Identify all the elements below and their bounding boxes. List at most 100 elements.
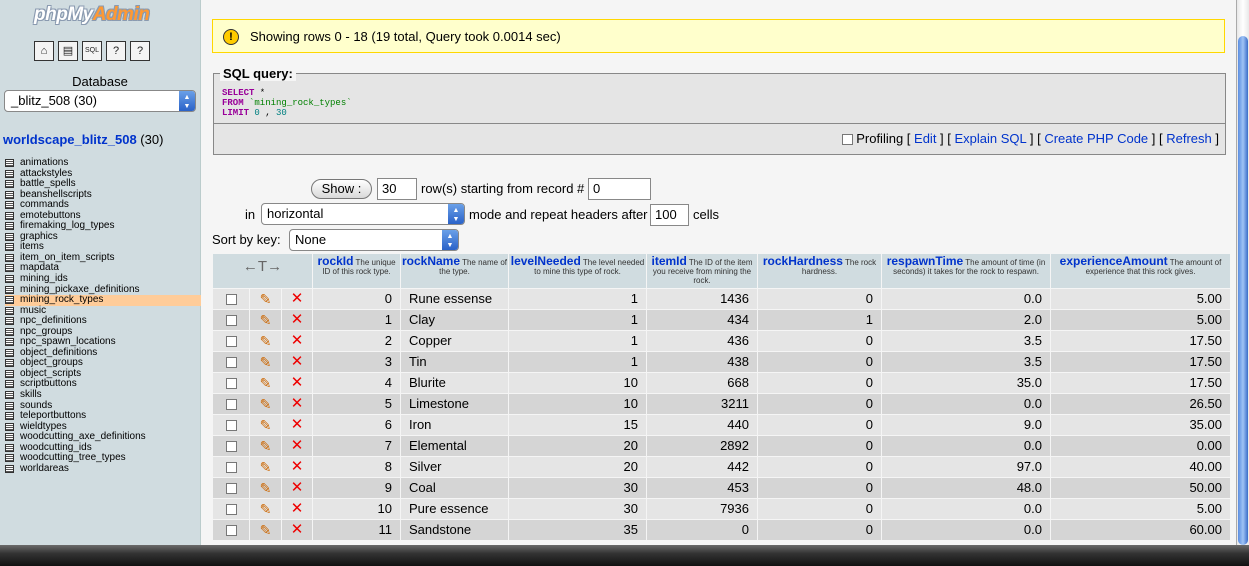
table-name[interactable]: woodcutting_axe_definitions <box>20 431 146 442</box>
delete-row-button[interactable]: ✕ <box>282 331 312 351</box>
row-checkbox[interactable] <box>213 352 249 372</box>
delete-icon[interactable]: ✕ <box>291 331 304 351</box>
start-record-input[interactable]: 0 <box>588 178 651 200</box>
table-name[interactable]: wieldtypes <box>20 421 67 432</box>
table-icon[interactable] <box>5 159 14 167</box>
cell-level-needed[interactable]: 30 <box>509 478 646 498</box>
row-checkbox-input[interactable] <box>225 399 237 411</box>
cell-respawn-time[interactable]: 0.0 <box>882 520 1050 540</box>
row-checkbox[interactable] <box>213 415 249 435</box>
cell-respawn-time[interactable]: 35.0 <box>882 373 1050 393</box>
cell-rock-hardness[interactable]: 1 <box>758 310 881 330</box>
column-header-rock-id[interactable]: rockId The unique ID of this rock type. <box>313 254 400 288</box>
edit-link[interactable]: Edit <box>914 131 936 146</box>
home-icon[interactable]: ⌂ <box>34 41 54 61</box>
cell-level-needed[interactable]: 1 <box>509 352 646 372</box>
cell-rock-name[interactable]: Iron <box>401 415 508 435</box>
delete-icon[interactable]: ✕ <box>291 478 304 498</box>
cell-rock-id[interactable]: 10 <box>313 499 400 519</box>
cell-item-id[interactable]: 438 <box>647 352 757 372</box>
table-icon[interactable] <box>5 464 14 473</box>
pencil-icon[interactable]: ✎ <box>260 331 272 351</box>
cell-item-id[interactable]: 3211 <box>647 394 757 414</box>
delete-icon[interactable]: ✕ <box>291 499 304 519</box>
database-title[interactable]: worldscape_blitz_508 (30) <box>3 132 163 147</box>
edit-row-button[interactable]: ✎ <box>250 457 281 477</box>
table-name[interactable]: emotebuttons <box>20 210 81 221</box>
row-checkbox[interactable] <box>213 331 249 351</box>
row-checkbox-input[interactable] <box>225 357 237 369</box>
rows-count-input[interactable]: 30 <box>377 178 417 200</box>
row-checkbox-input[interactable] <box>225 294 237 306</box>
cell-rock-hardness[interactable]: 0 <box>758 394 881 414</box>
pencil-icon[interactable]: ✎ <box>260 394 272 414</box>
cell-item-id[interactable]: 7936 <box>647 499 757 519</box>
delete-row-button[interactable]: ✕ <box>282 373 312 393</box>
table-icon[interactable] <box>5 433 14 442</box>
table-name[interactable]: sounds <box>20 400 52 411</box>
table-name[interactable]: worldareas <box>20 463 69 474</box>
row-checkbox[interactable] <box>213 478 249 498</box>
table-icon[interactable] <box>5 201 14 210</box>
cell-rock-name[interactable]: Limestone <box>401 394 508 414</box>
delete-row-button[interactable]: ✕ <box>282 352 312 372</box>
cell-level-needed[interactable]: 35 <box>509 520 646 540</box>
create-php-code-link[interactable]: Create PHP Code <box>1044 131 1148 146</box>
delete-row-button[interactable]: ✕ <box>282 436 312 456</box>
table-icon[interactable] <box>5 348 14 357</box>
table-name[interactable]: object_scripts <box>20 368 81 379</box>
table-icon[interactable] <box>5 211 14 220</box>
table-name[interactable]: mining_rock_types <box>20 294 103 305</box>
vertical-scrollbar[interactable] <box>1236 0 1249 545</box>
row-checkbox[interactable] <box>213 373 249 393</box>
cell-rock-id[interactable]: 8 <box>313 457 400 477</box>
cell-rock-hardness[interactable]: 0 <box>758 373 881 393</box>
cell-level-needed[interactable]: 10 <box>509 394 646 414</box>
delete-icon[interactable]: ✕ <box>291 436 304 456</box>
cell-level-needed[interactable]: 30 <box>509 499 646 519</box>
edit-row-button[interactable]: ✎ <box>250 331 281 351</box>
table-name[interactable]: npc_groups <box>20 326 72 337</box>
cell-rock-name[interactable]: Clay <box>401 310 508 330</box>
column-header-rock-hardness[interactable]: rockHardness The rock hardness. <box>758 254 881 288</box>
table-name[interactable]: mining_pickaxe_definitions <box>20 284 140 295</box>
delete-icon[interactable]: ✕ <box>291 457 304 477</box>
delete-icon[interactable]: ✕ <box>291 394 304 414</box>
table-name[interactable]: battle_spells <box>20 178 76 189</box>
table-icon[interactable] <box>5 285 14 294</box>
cell-respawn-time[interactable]: 0.0 <box>882 499 1050 519</box>
table-name[interactable]: object_groups <box>20 357 83 369</box>
table-name[interactable]: npc_spawn_locations <box>20 336 116 348</box>
cell-rock-hardness[interactable]: 0 <box>758 520 881 540</box>
row-checkbox-input[interactable] <box>225 462 237 474</box>
cell-respawn-time[interactable]: 9.0 <box>882 415 1050 435</box>
table-icon[interactable] <box>5 264 14 273</box>
row-checkbox[interactable] <box>213 436 249 456</box>
cell-experience-amount[interactable]: 50.00 <box>1051 478 1230 498</box>
cell-rock-id[interactable]: 5 <box>313 394 400 414</box>
display-mode-select[interactable]: horizontal ▲ ▼ <box>261 203 465 225</box>
cell-rock-name[interactable]: Blurite <box>401 373 508 393</box>
column-name[interactable]: rockHardness <box>763 254 843 268</box>
delete-icon[interactable]: ✕ <box>291 415 304 435</box>
column-header-level-needed[interactable]: levelNeeded The level needed to mine thi… <box>509 254 646 288</box>
pencil-icon[interactable]: ✎ <box>260 352 272 372</box>
row-checkbox[interactable] <box>213 457 249 477</box>
cell-rock-name[interactable]: Tin <box>401 352 508 372</box>
table-icon[interactable] <box>5 422 14 431</box>
cell-experience-amount[interactable]: 60.00 <box>1051 520 1230 540</box>
cell-level-needed[interactable]: 10 <box>509 373 646 393</box>
cell-rock-name[interactable]: Coal <box>401 478 508 498</box>
cell-rock-id[interactable]: 3 <box>313 352 400 372</box>
cell-experience-amount[interactable]: 0.00 <box>1051 436 1230 456</box>
query-window-icon[interactable]: ▤ <box>58 41 78 61</box>
cell-rock-id[interactable]: 2 <box>313 331 400 351</box>
cell-item-id[interactable]: 434 <box>647 310 757 330</box>
cell-experience-amount[interactable]: 17.50 <box>1051 331 1230 351</box>
cell-experience-amount[interactable]: 17.50 <box>1051 352 1230 372</box>
cell-rock-id[interactable]: 11 <box>313 520 400 540</box>
database-select[interactable]: _blitz_508 (30) ▲ ▼ <box>4 90 196 112</box>
column-name[interactable]: respawnTime <box>887 254 963 268</box>
table-name[interactable]: mapdata <box>20 262 59 274</box>
row-checkbox-input[interactable] <box>225 378 237 390</box>
